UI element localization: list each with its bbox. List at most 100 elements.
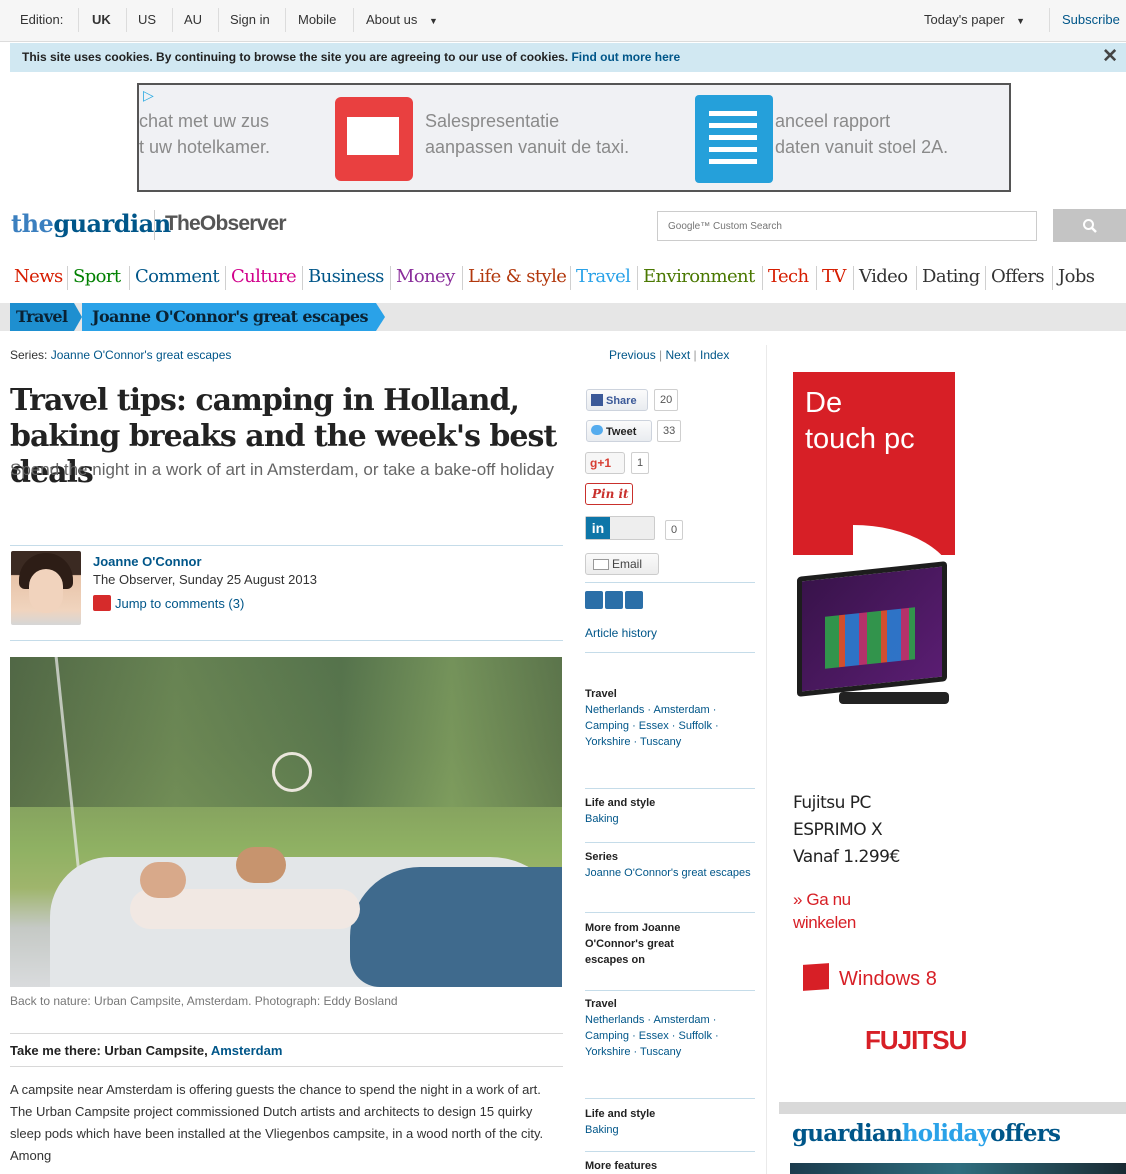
print-icon[interactable] xyxy=(585,591,603,609)
pinterest-button[interactable]: Pin it xyxy=(585,483,633,505)
divider xyxy=(285,8,286,32)
nav-life-style[interactable]: Life & style xyxy=(468,266,567,287)
nav-video[interactable]: Video xyxy=(859,266,908,287)
nav-tech[interactable]: Tech xyxy=(768,266,809,287)
twitter-icon xyxy=(591,425,603,435)
series-line: Series: Joanne O'Connor's great escapes xyxy=(10,348,231,362)
tweet-button[interactable]: Tweet xyxy=(586,420,652,442)
caret-down-icon: ▼ xyxy=(1016,16,1026,26)
edition-au-link[interactable]: AU xyxy=(184,12,202,27)
banner-text: daten vanuit stoel 2A. xyxy=(775,137,949,157)
divider xyxy=(585,1098,755,1099)
ad-shop-now-link[interactable]: » Ga nu winkelen xyxy=(793,888,856,934)
search-button[interactable] xyxy=(1053,209,1126,242)
tag-links[interactable]: Baking xyxy=(585,811,755,827)
cookie-find-out-more-link[interactable]: Find out more here xyxy=(571,50,680,64)
nav-dating[interactable]: Dating xyxy=(922,266,980,287)
about-us-menu[interactable]: About us ▼ xyxy=(366,12,438,27)
holiday-logo-part: offers xyxy=(990,1120,1061,1147)
adchoices-icon[interactable]: ▷ xyxy=(143,87,154,104)
nav-money[interactable]: Money xyxy=(396,266,455,287)
nav-comment[interactable]: Comment xyxy=(135,266,220,287)
sign-in-link[interactable]: Sign in xyxy=(230,12,270,27)
linkedin-share-button[interactable]: in xyxy=(585,516,655,540)
close-icon[interactable]: ✕ xyxy=(1102,45,1118,68)
divider xyxy=(10,1033,563,1034)
logo-the: the xyxy=(11,209,54,238)
tag-links[interactable]: Joanne O'Connor's great escapes xyxy=(585,865,755,881)
tag-heading: Travel xyxy=(585,998,617,1010)
ad-price: Vanaf 1.299€ xyxy=(793,847,900,867)
article-history-link[interactable]: Article history xyxy=(585,626,657,640)
divider xyxy=(78,8,79,32)
previous-link[interactable]: Previous xyxy=(609,348,656,362)
todays-paper-menu[interactable]: Today's paper ▼ xyxy=(924,12,1025,27)
tag-heading: Life and style xyxy=(585,797,656,809)
nav-jobs[interactable]: Jobs xyxy=(1058,266,1095,287)
windows-icon xyxy=(803,963,829,991)
holiday-offer-image[interactable] xyxy=(790,1163,1126,1174)
nav-environment[interactable]: Environment xyxy=(643,266,755,287)
nav-business[interactable]: Business xyxy=(308,266,384,287)
ad-product-text: Fujitsu PC ESPRIMO X Vanaf 1.299€ xyxy=(793,790,900,871)
tag-links[interactable]: Netherlands · Amsterdam · Camping · Esse… xyxy=(585,702,755,750)
breadcrumb-travel-label[interactable]: Travel xyxy=(16,307,68,326)
author-avatar[interactable] xyxy=(11,551,81,625)
google-plus-button[interactable]: g+1 xyxy=(585,452,625,474)
envelope-icon xyxy=(593,559,609,570)
nav-culture[interactable]: Culture xyxy=(231,266,297,287)
breadcrumb-series-label[interactable]: Joanne O'Connor's great escapes xyxy=(92,307,369,326)
edition-us-link[interactable]: US xyxy=(138,12,156,27)
divider xyxy=(1049,8,1050,32)
guardian-holiday-offers-logo[interactable]: guardianholidayoffers xyxy=(792,1120,1061,1147)
guardian-logo[interactable]: theguardian xyxy=(11,209,171,238)
ad-cta-line: winkelen xyxy=(793,913,856,932)
article-body: A campsite near Amsterdam is offering gu… xyxy=(10,1082,544,1163)
facebook-count: 20 xyxy=(654,389,679,411)
share-icon[interactable] xyxy=(605,591,623,609)
ad-headline: De touch pc xyxy=(805,385,915,457)
comment-icon xyxy=(93,595,111,611)
author-link[interactable]: Joanne O'Connor xyxy=(93,554,202,569)
nav-sport[interactable]: Sport xyxy=(73,266,121,287)
divider xyxy=(353,8,354,32)
jump-to-comments-link[interactable]: Jump to comments (3) xyxy=(93,595,244,611)
gplus-count: 1 xyxy=(631,452,650,474)
divider xyxy=(218,8,219,32)
observer-logo[interactable]: TheObserver xyxy=(165,212,287,236)
fujitsu-ad[interactable]: De touch pc Fujitsu PC ESPRIMO X Vanaf 1… xyxy=(779,357,969,1087)
amsterdam-link[interactable]: Amsterdam xyxy=(211,1043,283,1058)
tag-links[interactable]: Baking xyxy=(585,1122,755,1138)
tags-life-and-style-2: Life and style Baking xyxy=(585,1106,755,1138)
nav-news[interactable]: News xyxy=(14,266,63,287)
windows-8-logo: Windows 8 xyxy=(803,963,937,991)
edition-uk-link[interactable]: UK xyxy=(92,12,111,27)
nav-tv[interactable]: TV xyxy=(822,266,846,287)
divider xyxy=(585,990,755,991)
mobile-link[interactable]: Mobile xyxy=(298,12,336,27)
divider xyxy=(10,640,563,641)
linkedin-icon: in xyxy=(586,517,610,539)
nav-divider xyxy=(637,266,638,290)
tweet-label: Tweet xyxy=(606,426,637,438)
tweet-count: 33 xyxy=(657,420,682,442)
banner-text: aanpassen vanuit de taxi. xyxy=(425,137,630,157)
nav-travel[interactable]: Travel xyxy=(576,266,631,287)
index-link[interactable]: Index xyxy=(700,348,729,362)
next-link[interactable]: Next xyxy=(666,348,691,362)
tag-links[interactable]: Netherlands · Amsterdam · Camping · Esse… xyxy=(585,1012,755,1060)
nav-divider xyxy=(129,266,130,290)
series-link[interactable]: Joanne O'Connor's great escapes xyxy=(51,348,232,362)
tags-travel-2: Travel Netherlands · Amsterdam · Camping… xyxy=(585,996,755,1060)
nav-divider xyxy=(570,266,571,290)
tags-series: Series Joanne O'Connor's great escapes xyxy=(585,849,755,881)
search-input[interactable] xyxy=(657,211,1037,241)
facebook-share-button[interactable]: Share xyxy=(586,389,648,411)
nav-offers[interactable]: Offers xyxy=(991,266,1045,287)
windows-label: Windows 8 xyxy=(839,968,937,990)
tag-heading: Life and style xyxy=(585,1108,656,1120)
save-icon[interactable] xyxy=(625,591,643,609)
subscribe-link[interactable]: Subscribe xyxy=(1062,12,1120,27)
banner-ad[interactable]: ▷ chat met uw zus t uw hotelkamer. Sales… xyxy=(137,83,1011,192)
ad-headline-line: De xyxy=(805,387,843,419)
